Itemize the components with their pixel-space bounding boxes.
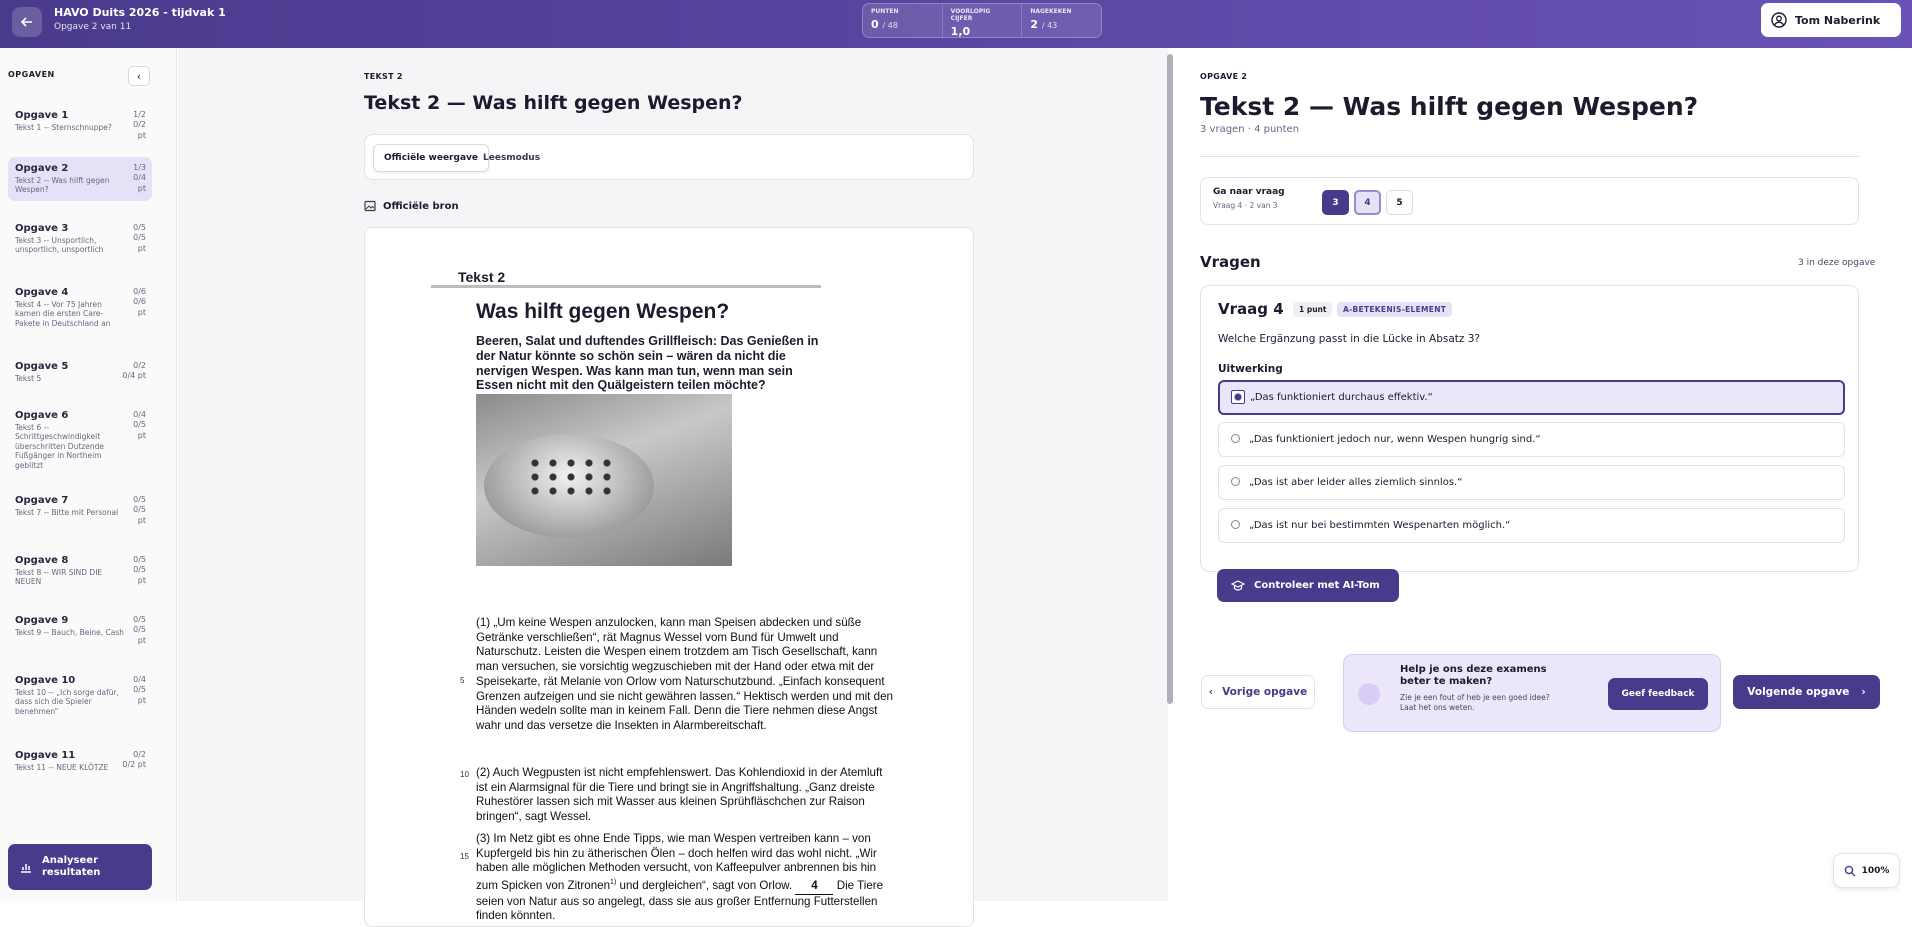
question-5-button[interactable]: 5: [1386, 190, 1413, 215]
zoom-icon: [1844, 865, 1856, 876]
tab-official-view[interactable]: Officiële weergave: [373, 144, 489, 172]
text-label: TEKST 2: [364, 72, 403, 81]
sidebar-item-opgave-10[interactable]: Opgave 10 Tekst 10 -- „Ich sorge dafür, …: [8, 669, 152, 722]
stat-points: PUNTEN 0 / 48: [863, 4, 943, 37]
question-text: Welche Ergänzung passt in die Lücke in A…: [1218, 333, 1480, 345]
document-header: Tekst 2: [458, 269, 506, 285]
user-name: Tom Naberink: [1795, 13, 1881, 27]
gap-marker: 4: [795, 879, 834, 895]
sidebar-item-opgave-11[interactable]: Opgave 11 Tekst 11 -- NEUE KLÖTZE 0/2 0/2…: [8, 744, 152, 778]
back-button[interactable]: [12, 7, 42, 37]
points-badge: 1 punt: [1293, 302, 1333, 317]
document-lead: Beeren, Salat und duftendes Grillfleisch…: [476, 334, 819, 393]
text-pane: TEKST 2 Tekst 2 — Was hilft gegen Wespen…: [178, 48, 1168, 927]
arrow-left-icon: [20, 17, 32, 27]
answer-option-d[interactable]: „Das ist nur bei bestimmten Wespenarten …: [1218, 508, 1845, 543]
paragraph-3: 15 (3) Im Netz gibt es ohne Ende Tipps, …: [460, 832, 884, 923]
score-stats: PUNTEN 0 / 48 VOORLOPIG CIJFER 1,0 NAGEK…: [862, 3, 1102, 38]
sidebar-item-opgave-2[interactable]: Opgave 2 Tekst 2 -- Was hilft gegen Wesp…: [8, 157, 152, 201]
uitwerking-label: Uitwerking: [1218, 363, 1283, 375]
opgave-label: OPGAVE 2: [1200, 72, 1248, 81]
radio-icon: [1231, 434, 1240, 443]
answer-option-a[interactable]: „Das funktioniert durchaus effektiv.“: [1218, 380, 1845, 415]
opgave-meta: 3 vragen · 4 punten: [1200, 124, 1300, 135]
chevron-right-icon: ›: [1861, 686, 1866, 698]
sidebar-item-opgave-9[interactable]: Opgave 9 Tekst 9 -- Bauch, Beine, Cash 0…: [8, 609, 152, 645]
user-circle-icon: [1771, 12, 1787, 28]
stat-checked: NAGEKEKEN 2 / 43: [1030, 8, 1072, 31]
opgave-title: Tekst 2 — Was hilft gegen Wespen?: [1200, 92, 1699, 121]
text-pane-scrollbar[interactable]: [1165, 48, 1175, 901]
question-3-button[interactable]: 3: [1322, 190, 1349, 215]
question-card: Vraag 4 1 punt A-BETEKENIS-ELEMENT Welch…: [1200, 285, 1859, 572]
collapse-sidebar-button[interactable]: ‹: [128, 66, 150, 86]
view-toggle: Officiële weergave Leesmodus: [364, 134, 974, 180]
analyse-results-button[interactable]: Analyseer resultaten: [8, 844, 152, 890]
text-title: Tekst 2 — Was hilft gegen Wespen?: [364, 92, 743, 114]
radio-selected-icon: [1231, 390, 1245, 404]
exam-subtitle: Opgave 2 van 11: [54, 22, 132, 32]
sidebar-item-opgave-7[interactable]: Opgave 7 Tekst 7 -- Bitte mit Personal 0…: [8, 489, 152, 525]
question-4-button[interactable]: 4: [1354, 190, 1381, 215]
sidebar: OPGAVEN ‹ Opgave 1 Tekst 1 -- Sternschnu…: [0, 48, 177, 901]
radio-icon: [1231, 477, 1240, 486]
top-bar: HAVO Duits 2026 - tijdvak 1 Opgave 2 van…: [0, 0, 1912, 48]
give-feedback-button[interactable]: Geef feedback: [1608, 678, 1708, 710]
answer-option-c[interactable]: „Das ist aber leider alles ziemlich sinn…: [1218, 465, 1845, 500]
zoom-control[interactable]: 100%: [1833, 853, 1900, 888]
paragraph-1: 5 (1) „Um keine Wespen anzulocken, kann …: [460, 616, 893, 732]
sidebar-item-opgave-6[interactable]: Opgave 6 Tekst 6 -- Schrittgeschwindigke…: [8, 404, 152, 476]
sidebar-item-opgave-3[interactable]: Opgave 3 Tekst 3 -- Unsportlich, unsport…: [8, 217, 152, 261]
check-with-ai-button[interactable]: Controleer met AI-Tom: [1217, 569, 1399, 602]
chevron-left-icon: ‹: [1208, 686, 1214, 698]
feedback-icon: [1358, 683, 1380, 705]
bar-chart-icon: [21, 864, 31, 873]
sidebar-item-opgave-8[interactable]: Opgave 8 Tekst 8 -- WIR SIND DIE NEUEN 0…: [8, 549, 152, 593]
tab-reading-mode[interactable]: Leesmodus: [473, 144, 550, 172]
graduation-cap-icon: [1231, 579, 1245, 591]
feedback-banner: Help je ons deze examens beter te maken?…: [1343, 654, 1721, 732]
previous-opgave-button[interactable]: ‹ Vorige opgave: [1201, 675, 1315, 709]
question-title: Vraag 4: [1218, 300, 1284, 318]
answer-option-b[interactable]: „Das funktioniert jedoch nur, wenn Wespe…: [1218, 422, 1845, 457]
stat-grade: VOORLOPIG CIJFER 1,0: [943, 4, 1023, 38]
divider: [1200, 156, 1859, 157]
question-navigator: Ga naar vraag Vraag 4 · 2 van 3 3 4 5: [1200, 177, 1859, 225]
question-pane: OPGAVE 2 Tekst 2 — Was hilft gegen Wespe…: [1178, 48, 1912, 901]
radio-icon: [1231, 520, 1240, 529]
paragraph-2: 10 (2) Auch Wegpusten ist nicht empfehle…: [460, 766, 883, 824]
wasp-dish-photo: [476, 394, 732, 566]
category-badge: A-BETEKENIS-ELEMENT: [1337, 302, 1453, 317]
official-source-link[interactable]: Officiële bron: [364, 200, 459, 212]
divider: [431, 285, 821, 288]
sidebar-item-opgave-5[interactable]: Opgave 5 Tekst 5 0/2 0/4 pt: [8, 355, 152, 389]
next-opgave-button[interactable]: Volgende opgave ›: [1733, 675, 1880, 709]
sidebar-item-opgave-4[interactable]: Opgave 4 Tekst 4 -- Vor 75 Jahren kamen …: [8, 281, 152, 334]
image-icon: [364, 200, 376, 212]
questions-count: 3 in deze opgave: [1798, 258, 1876, 268]
user-menu-button[interactable]: Tom Naberink: [1761, 3, 1901, 37]
exam-document: Tekst 2 Was hilft gegen Wespen? Beeren, …: [364, 227, 974, 927]
exam-title: HAVO Duits 2026 - tijdvak 1: [54, 6, 226, 19]
document-title: Was hilft gegen Wespen?: [476, 300, 730, 323]
sidebar-item-opgave-1[interactable]: Opgave 1 Tekst 1 -- Sternschnuppe? 1/2 0/…: [8, 104, 152, 140]
chevron-left-icon: ‹: [136, 69, 142, 83]
questions-heading: Vragen: [1200, 253, 1261, 271]
sidebar-heading: OPGAVEN: [8, 70, 55, 79]
